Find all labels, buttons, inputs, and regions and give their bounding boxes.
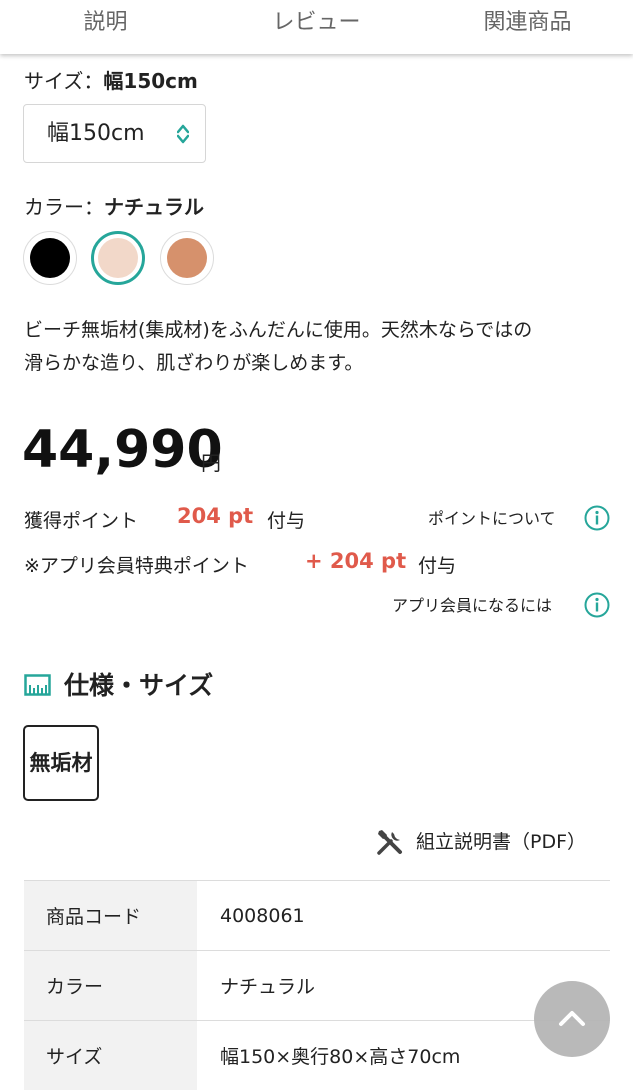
tab-related-products[interactable]: 関連商品 xyxy=(422,0,633,54)
color-swatch-natural[interactable] xyxy=(91,231,145,285)
spec-key: 商品コード xyxy=(24,881,197,951)
swatch-color-natural xyxy=(98,238,138,278)
assembly-manual-label: 組立説明書（PDF） xyxy=(416,827,586,854)
swatch-color-brown xyxy=(167,238,207,278)
info-icon[interactable] xyxy=(584,592,610,618)
section-tab-bar: 説明 レビュー 関連商品 xyxy=(0,0,633,54)
chevron-up-icon xyxy=(556,1003,588,1035)
size-select-value: 幅150cm xyxy=(47,121,145,146)
tab-reviews[interactable]: レビュー xyxy=(211,0,422,54)
select-arrows-icon xyxy=(177,124,189,144)
color-label: カラー： xyxy=(24,195,104,219)
info-icon[interactable] xyxy=(584,505,610,531)
spec-value: 4008061 xyxy=(197,881,610,951)
table-row: 商品コード 4008061 xyxy=(24,881,610,951)
spec-key: カラー xyxy=(24,951,197,1021)
color-selected-value: ナチュラル xyxy=(104,195,204,219)
earned-points-label: 獲得ポイント xyxy=(24,506,138,533)
color-swatch-brown[interactable] xyxy=(160,231,214,285)
app-points-value: + 204 pt xyxy=(305,549,406,573)
description-line-2: 滑らかな造り、肌ざわりが楽しめます。 xyxy=(24,347,614,380)
earned-points-suffix: 付与 xyxy=(267,506,305,533)
about-points-link[interactable]: ポイントについて xyxy=(428,505,556,529)
color-label-row: カラー：ナチュラル xyxy=(24,191,204,220)
tab-description[interactable]: 説明 xyxy=(0,0,211,54)
size-selected-value: 幅150cm xyxy=(103,69,197,93)
price-unit: 円 xyxy=(201,447,221,476)
size-label-row: サイズ：幅150cm xyxy=(24,65,198,94)
app-member-link[interactable]: アプリ会員になるには xyxy=(392,592,552,616)
spec-size-heading: 仕様・サイズ xyxy=(64,666,213,702)
swatch-color-black xyxy=(30,238,70,278)
table-row: カラー ナチュラル xyxy=(24,951,610,1021)
product-description: ビーチ無垢材(集成材)をふんだんに使用。天然木ならではの 滑らかな造り、肌ざわり… xyxy=(24,314,614,380)
description-line-1: ビーチ無垢材(集成材)をふんだんに使用。天然木ならではの xyxy=(24,314,614,347)
back-to-top-button[interactable] xyxy=(534,981,610,1057)
tools-icon xyxy=(374,826,406,858)
color-swatch-black[interactable] xyxy=(23,231,77,285)
app-points-label: ※アプリ会員特典ポイント xyxy=(24,551,249,578)
ruler-icon xyxy=(24,674,51,696)
size-label: サイズ： xyxy=(24,69,103,93)
solid-wood-badge: 無垢材 xyxy=(23,725,99,801)
spec-table: 商品コード 4008061 カラー ナチュラル サイズ 幅150×奥行80×高さ… xyxy=(24,880,610,1090)
size-select[interactable]: 幅150cm xyxy=(23,104,206,163)
app-points-suffix: 付与 xyxy=(418,551,456,578)
price-amount: 44,990 xyxy=(22,420,223,480)
earned-points-value: 204 pt xyxy=(177,504,253,528)
